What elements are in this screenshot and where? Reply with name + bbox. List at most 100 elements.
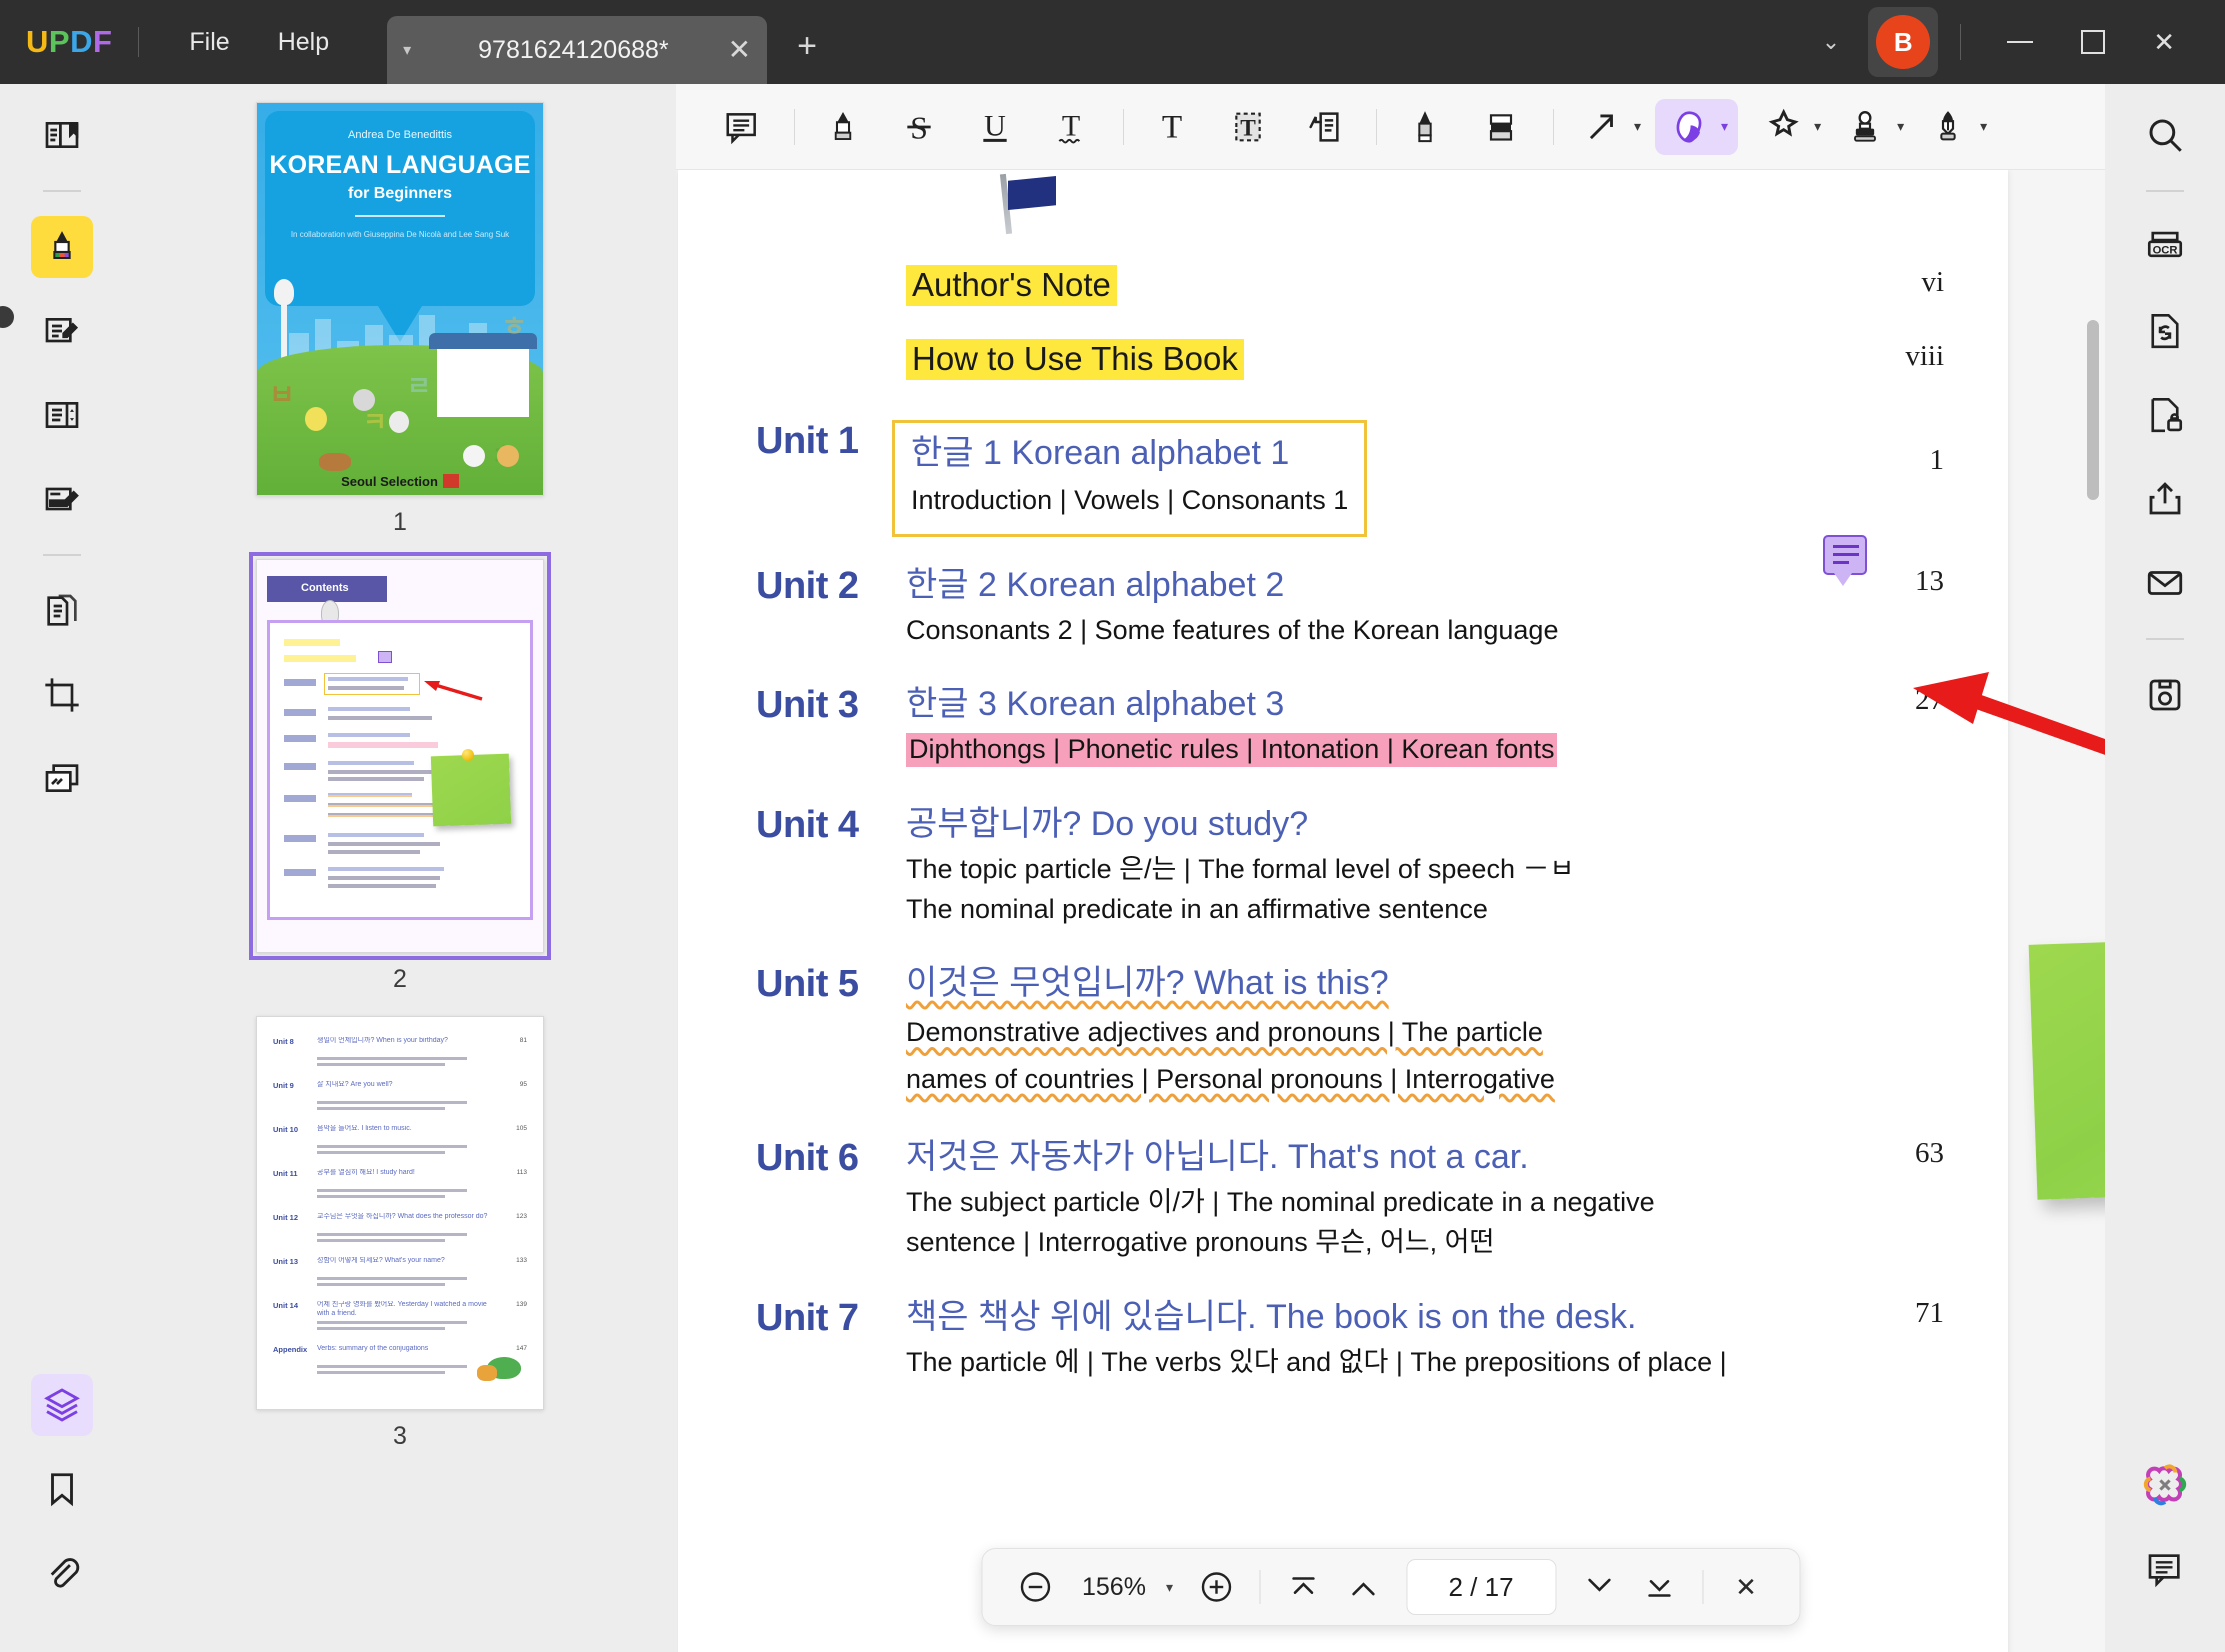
underline-icon[interactable]: U xyxy=(965,99,1025,155)
tab-close-icon[interactable]: ✕ xyxy=(728,36,751,64)
eraser-icon[interactable] xyxy=(1471,99,1531,155)
logo-letter-u: U xyxy=(26,24,49,60)
thumbnail-image-1[interactable]: ㅈ ㅊ ㅂ Andrea De Benedittis KOREAN LANGUA… xyxy=(256,102,544,496)
toolbar-separator-1 xyxy=(794,109,795,145)
email-button[interactable] xyxy=(2134,552,2196,614)
text-box-icon[interactable]: T xyxy=(1218,99,1278,155)
file-menu[interactable]: File xyxy=(165,20,253,65)
unit-1-highlight-box[interactable]: 한글 1 Korean alphabet 1 Introduction | Vo… xyxy=(892,420,1367,537)
squiggly-underline-icon[interactable]: T xyxy=(1041,99,1101,155)
zoom-level-label[interactable]: 156% xyxy=(1068,1573,1160,1602)
zoom-out-button[interactable] xyxy=(1008,1560,1062,1614)
sticker-tool-group[interactable]: ▾ xyxy=(1655,99,1738,155)
search-button[interactable] xyxy=(2134,104,2196,166)
ai-assistant-button[interactable] xyxy=(2134,1454,2196,1516)
sidebar-item-fill-sign[interactable] xyxy=(31,468,93,530)
thumb-unit6-sub1 xyxy=(328,842,440,846)
sidebar-item-crop[interactable] xyxy=(31,664,93,726)
thumbnail-page-2[interactable]: Contents xyxy=(124,559,676,1016)
text-icon[interactable]: T xyxy=(1142,99,1202,155)
thumbnail-page-1[interactable]: ㅈ ㅊ ㅂ Andrea De Benedittis KOREAN LANGUA… xyxy=(124,102,676,559)
sparkle-dropdown-caret[interactable]: ▾ xyxy=(1814,118,1821,135)
sticky-note-annotation[interactable] xyxy=(2029,935,2105,1199)
toc-row-how-to-use: How to Use This Book viii xyxy=(756,340,1944,378)
sticker-icon[interactable] xyxy=(1659,99,1719,155)
thumbnail-page-3[interactable]: Unit 8생일이 언제입니까? When is your birthday?8… xyxy=(124,1016,676,1473)
stamp-group[interactable]: ▾ xyxy=(1835,99,1904,155)
first-page-button[interactable] xyxy=(1276,1560,1330,1614)
sidebar-item-attachments[interactable] xyxy=(31,1542,93,1604)
signature-dropdown-caret[interactable]: ▾ xyxy=(1980,118,1987,135)
help-menu[interactable]: Help xyxy=(254,20,353,65)
unit-3-label-wrap: Unit 3 xyxy=(756,684,906,727)
underline-glyph: U xyxy=(975,107,1015,147)
sidebar-item-organize-pages[interactable] xyxy=(31,384,93,446)
convert-button[interactable] xyxy=(2134,300,2196,362)
note-annotation-icon[interactable] xyxy=(1823,535,1867,575)
page-indicator[interactable]: 2 / 17 xyxy=(1406,1559,1556,1615)
new-tab-button[interactable]: + xyxy=(797,27,817,66)
signature-pen-icon[interactable] xyxy=(1918,99,1978,155)
close-toolbar-button[interactable]: ✕ xyxy=(1719,1560,1773,1614)
thumb-p3-row: Unit 14어제 친구랑 영화를 봤어요. Yesterday I watch… xyxy=(273,1301,527,1341)
pencil-icon[interactable] xyxy=(1395,99,1455,155)
page-thumbnail-panel[interactable]: ㅈ ㅊ ㅂ Andrea De Benedittis KOREAN LANGUA… xyxy=(124,84,676,1652)
comments-panel-button[interactable] xyxy=(2134,1538,2196,1600)
document-tab[interactable]: ▾ 9781624120688* ✕ xyxy=(387,16,767,84)
last-page-button[interactable] xyxy=(1632,1560,1686,1614)
strikethrough-icon[interactable]: S xyxy=(889,99,949,155)
toolbar-separator-4 xyxy=(1553,109,1554,145)
stamp-sparkle-icon[interactable] xyxy=(1752,99,1812,155)
thumb-unit2-sub xyxy=(328,716,432,720)
vertical-scrollbar[interactable] xyxy=(2087,320,2099,500)
sidebar-item-convert[interactable] xyxy=(31,580,93,642)
thumb-p3-sub-rule xyxy=(317,1101,467,1104)
stamp-icon[interactable] xyxy=(1835,99,1895,155)
thumbnail-image-2[interactable]: Contents xyxy=(256,559,544,953)
sidebar-item-layers[interactable] xyxy=(31,1374,93,1436)
sidebar-item-edit-pdf[interactable] xyxy=(31,300,93,362)
red-arrow-annotation[interactable] xyxy=(1893,670,2105,800)
stamp-sparkle-group[interactable]: ▾ xyxy=(1752,99,1821,155)
arrow-dropdown-caret[interactable]: ▾ xyxy=(1634,118,1641,135)
contents-band-label: Contents xyxy=(301,582,349,594)
bottom-separator-1 xyxy=(1259,1570,1260,1604)
thumbnail-image-3[interactable]: Unit 8생일이 언제입니까? When is your birthday?8… xyxy=(256,1016,544,1410)
sidebar-item-reader[interactable] xyxy=(31,104,93,166)
pdf-page[interactable]: Author's Note vi How to Use This Book vi… xyxy=(678,170,2008,1652)
maximize-button[interactable] xyxy=(2057,24,2129,60)
zoom-dropdown-caret[interactable]: ▾ xyxy=(1166,1579,1183,1596)
convert-icon xyxy=(42,591,82,631)
sidebar-item-batch[interactable] xyxy=(31,748,93,810)
signature-group[interactable]: ▾ xyxy=(1918,99,1987,155)
share-button[interactable] xyxy=(2134,468,2196,530)
minimize-button[interactable] xyxy=(1983,35,2057,49)
arrow-icon[interactable] xyxy=(1572,99,1632,155)
save-button[interactable] xyxy=(2134,664,2196,726)
collapse-handle[interactable] xyxy=(0,306,14,328)
sidebar-item-comment[interactable] xyxy=(31,216,93,278)
unit-1-label: Unit 1 xyxy=(756,420,859,462)
account-button[interactable]: B xyxy=(1868,7,1938,77)
callout-icon[interactable] xyxy=(1294,99,1354,155)
sidebar-item-bookmarks[interactable] xyxy=(31,1458,93,1520)
ocr-button[interactable]: OCR xyxy=(2134,216,2196,278)
stamp-dropdown-caret[interactable]: ▾ xyxy=(1897,118,1904,135)
zoom-in-button[interactable] xyxy=(1189,1560,1243,1614)
sticky-note-icon[interactable] xyxy=(712,99,772,155)
cover-subtitle: for Beginners xyxy=(257,185,543,203)
protect-button[interactable] xyxy=(2134,384,2196,446)
next-page-button[interactable] xyxy=(1572,1560,1626,1614)
page-canvas-area[interactable]: Author's Note vi How to Use This Book vi… xyxy=(676,170,2105,1652)
sticker-dropdown-caret[interactable]: ▾ xyxy=(1721,118,1728,135)
highlight-icon[interactable] xyxy=(813,99,873,155)
reader-mode-icon xyxy=(42,115,82,155)
tab-dropdown-icon[interactable]: ▾ xyxy=(403,40,411,60)
arrow-tool-group[interactable]: ▾ xyxy=(1572,99,1641,155)
prev-page-button[interactable] xyxy=(1336,1560,1390,1614)
close-window-button[interactable]: ✕ xyxy=(2129,21,2199,64)
unit-5-label: Unit 5 xyxy=(756,963,859,1005)
left-rail-bottom xyxy=(31,1374,93,1652)
chevron-down-icon[interactable]: ⌄ xyxy=(1800,19,1862,65)
thumb-p3-unit-label: Appendix xyxy=(273,1345,307,1354)
